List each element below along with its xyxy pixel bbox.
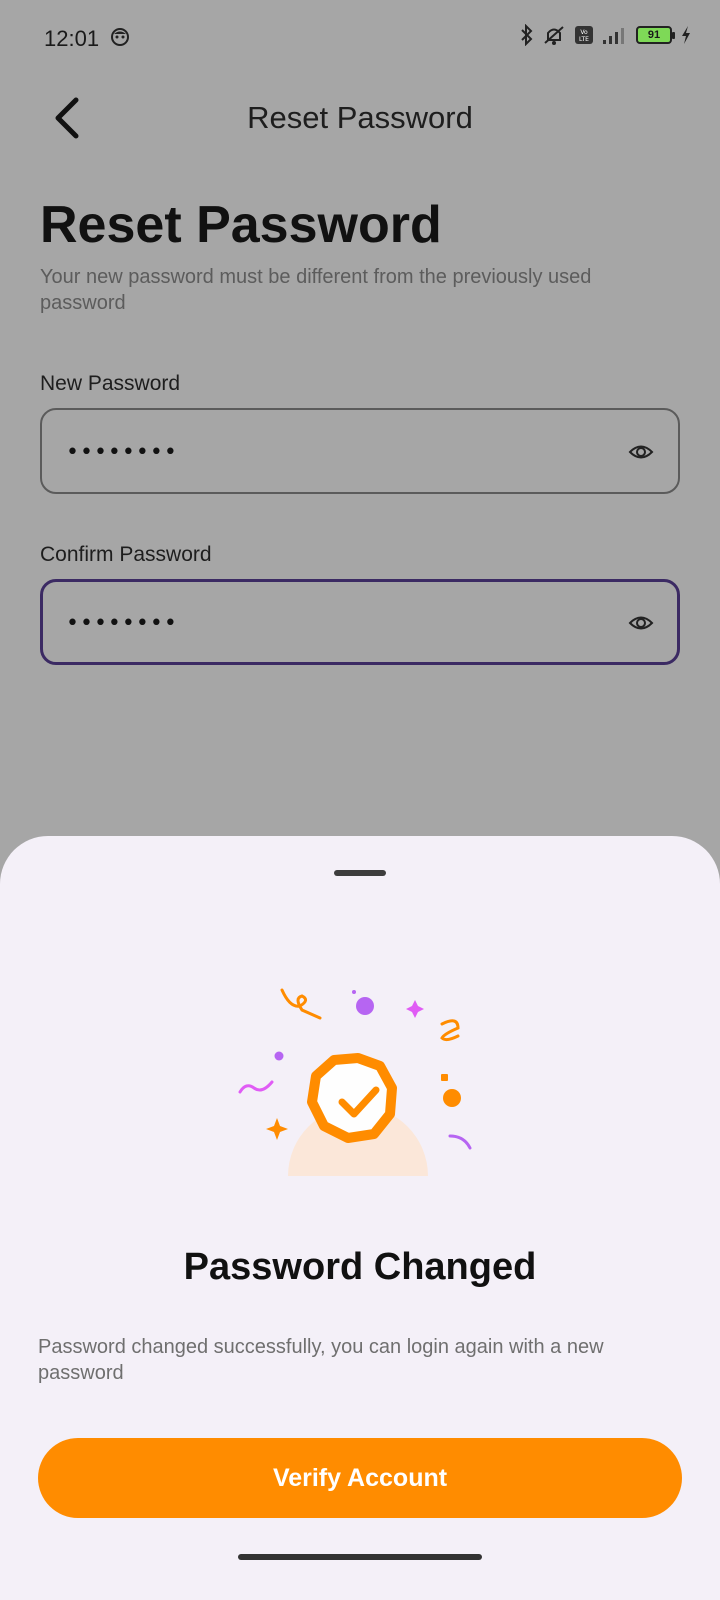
new-password-field[interactable]: •••••••• <box>40 408 680 494</box>
app-bar: Reset Password <box>0 80 720 160</box>
new-password-label: New Password <box>40 372 181 395</box>
mute-icon <box>544 26 564 45</box>
volte-icon: Vo LTE <box>575 26 593 44</box>
new-password-input[interactable]: •••••••• <box>66 440 586 465</box>
sheet-title: Password Changed <box>183 1246 537 1288</box>
confirm-password-field[interactable]: •••••••• <box>40 579 680 665</box>
signal-icon <box>603 28 624 44</box>
eye-icon[interactable] <box>628 441 654 463</box>
sheet-description: Password changed successfully, you can l… <box>38 1336 604 1384</box>
alarm-face-icon <box>111 28 129 46</box>
battery-icon: 91 <box>636 26 675 44</box>
confirm-password-label: Confirm Password <box>40 543 212 566</box>
bluetooth-icon <box>521 24 533 46</box>
eye-icon[interactable] <box>628 612 654 634</box>
success-badge-illustration <box>238 988 472 1176</box>
page-subtitle: Your new password must be different from… <box>40 266 592 314</box>
success-bottom-sheet: Password Changed Password changed succes… <box>0 836 720 1600</box>
charging-icon <box>682 26 690 44</box>
svg-text:LTE: LTE <box>579 36 589 43</box>
confirm-password-input[interactable]: •••••••• <box>66 611 586 636</box>
verify-account-button[interactable]: Verify Account <box>38 1438 682 1518</box>
status-time: 12:01 <box>44 26 100 51</box>
battery-level: 91 <box>647 29 661 41</box>
sheet-drag-handle[interactable] <box>334 870 386 876</box>
status-bar: 12:01 Vo LTE 91 <box>0 0 720 80</box>
page-title: Reset Password <box>40 196 442 254</box>
home-indicator[interactable] <box>238 1554 482 1560</box>
svg-text:Vo: Vo <box>580 29 588 36</box>
status-icons: Vo LTE 91 <box>520 24 692 46</box>
app-bar-title: Reset Password <box>247 100 473 135</box>
